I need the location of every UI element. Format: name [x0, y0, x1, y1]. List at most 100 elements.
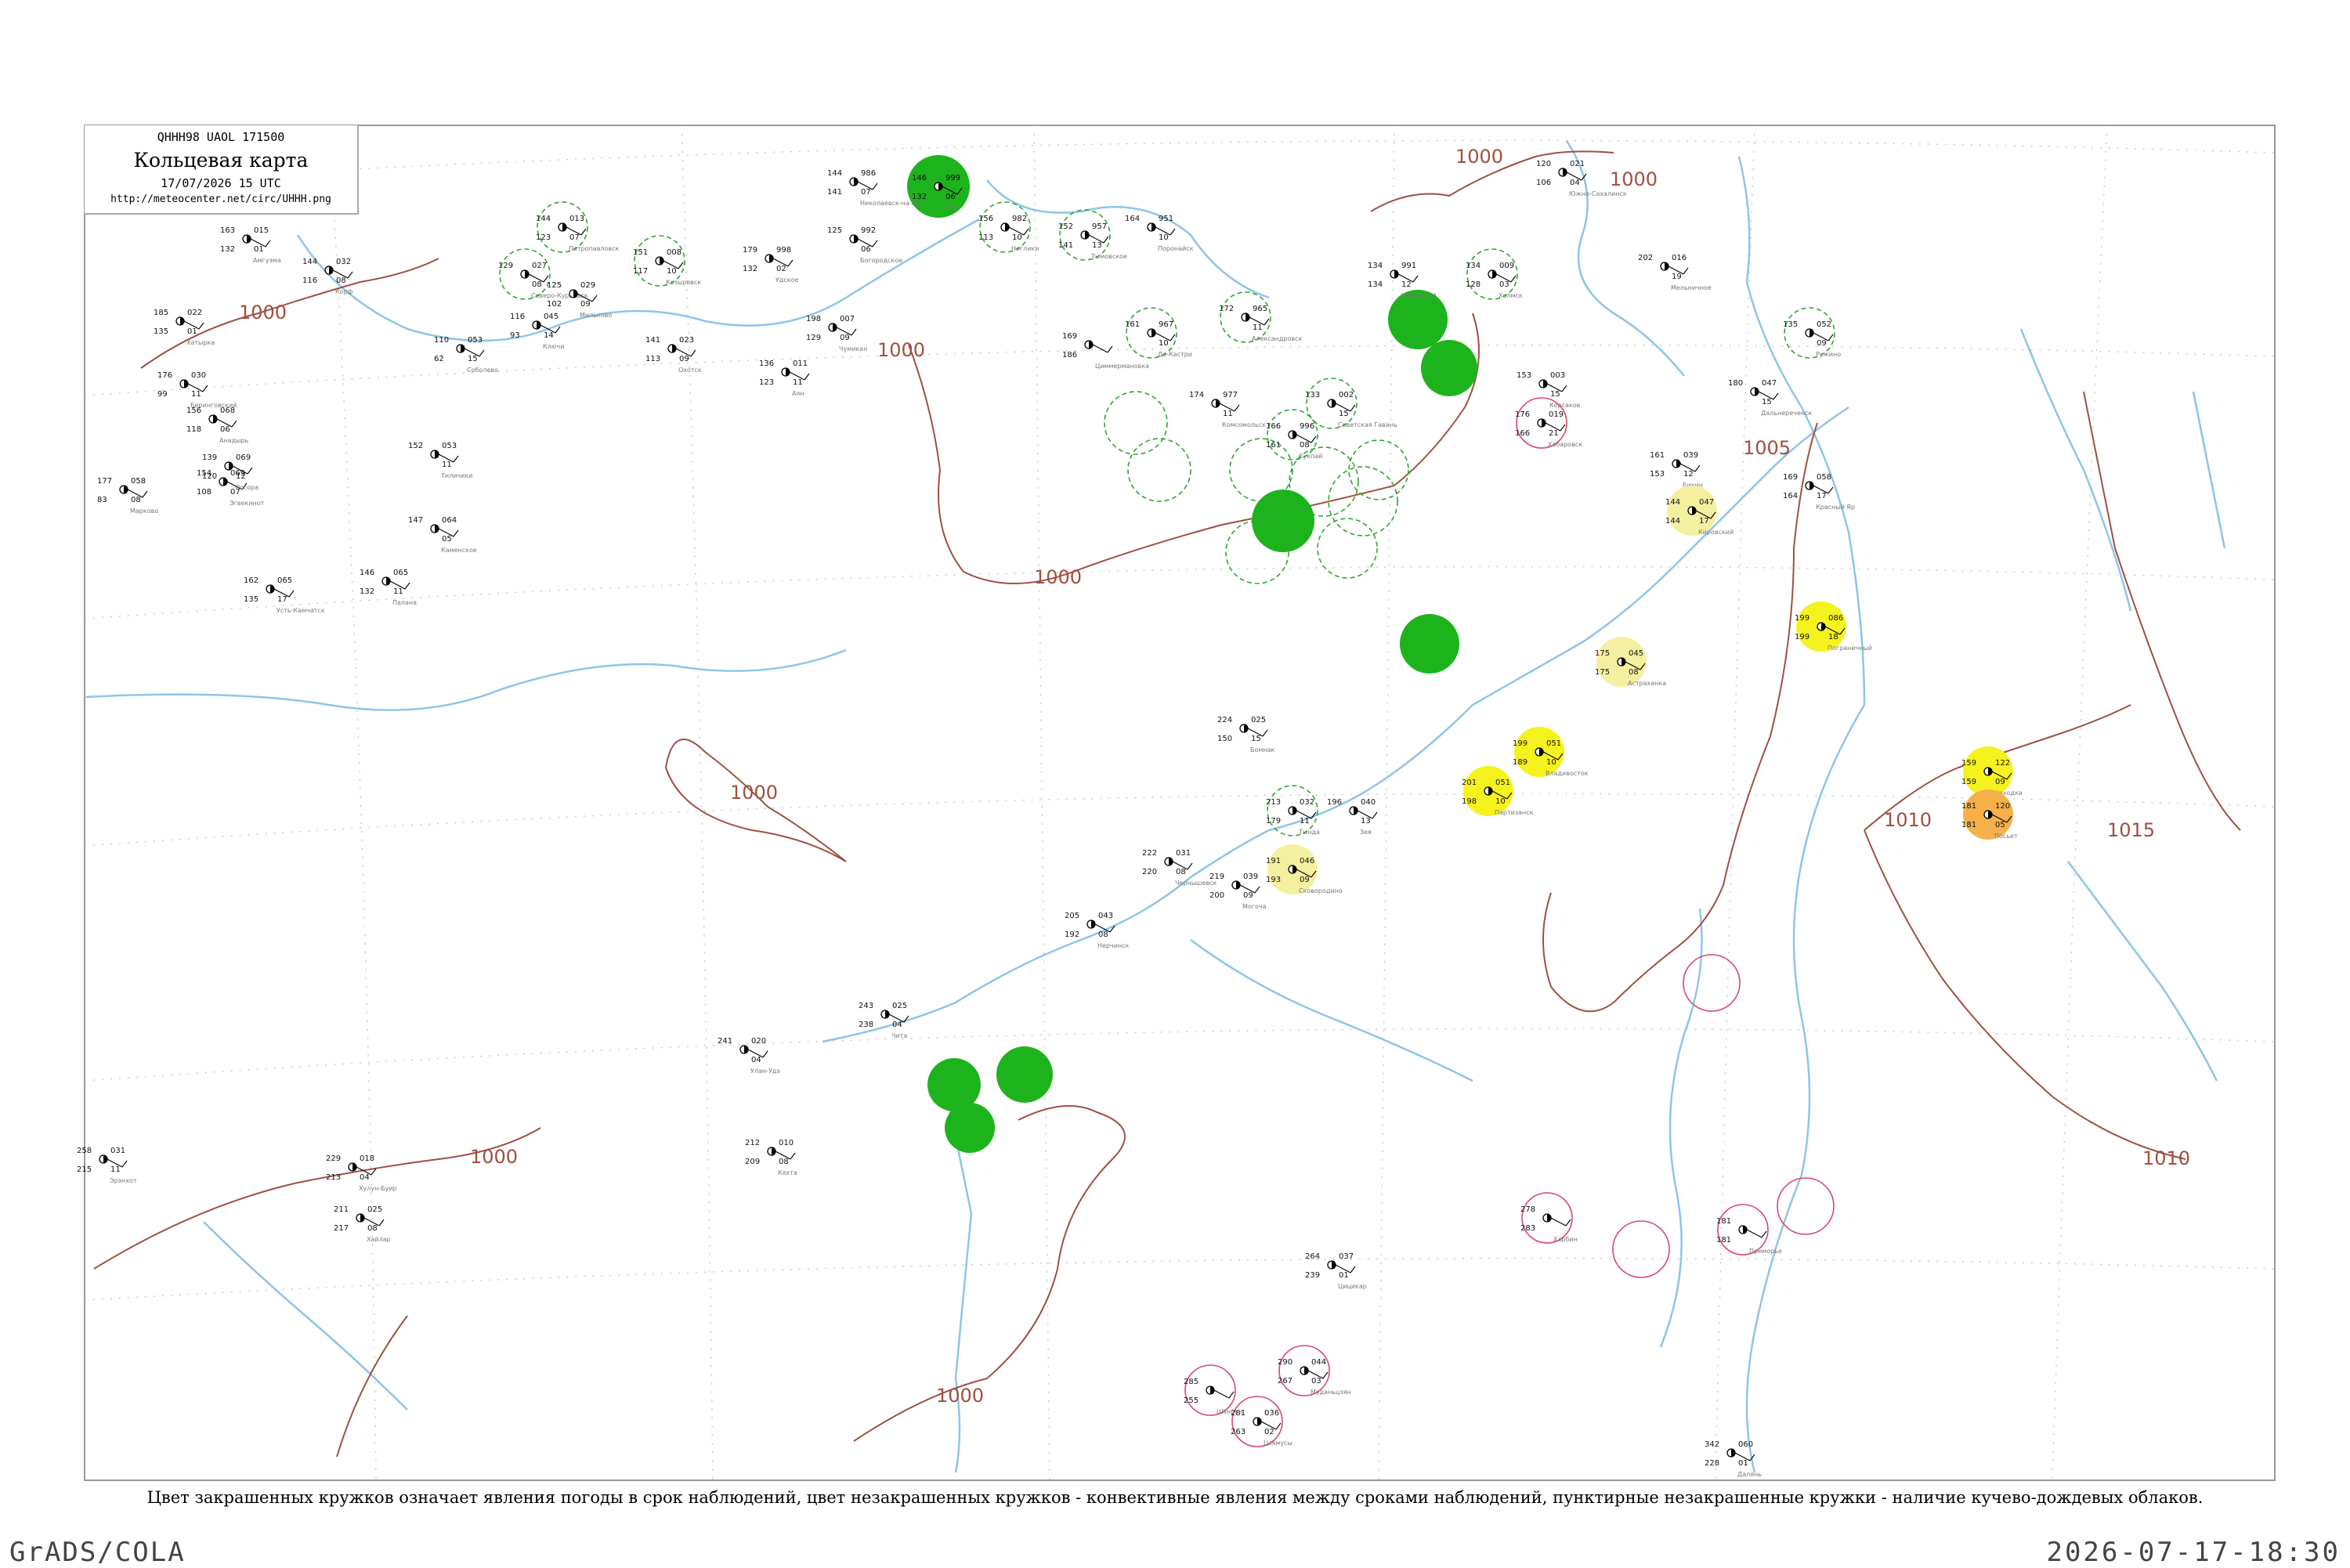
station-temperature: 174 [1189, 391, 1204, 399]
station-temperature: 146 [912, 174, 927, 182]
station-temperature: 169 [1062, 332, 1077, 341]
station-temperature: 185 [154, 309, 168, 317]
station-tendency: 12 [236, 472, 246, 481]
station-pressure: 015 [254, 226, 269, 235]
station-name: Корсаков [1549, 402, 1581, 409]
station-dewpoint: 209 [745, 1158, 760, 1166]
isobar-label: 1000 [877, 339, 925, 361]
station-pressure: 031 [110, 1147, 125, 1155]
station-temperature: 229 [326, 1154, 341, 1163]
station-pressure: 122 [1995, 759, 2010, 768]
station-temperature: 175 [1595, 649, 1610, 658]
station-tendency: 04 [360, 1173, 370, 1182]
station-name: Красный Яр [1816, 504, 1855, 511]
station-tendency: 02 [776, 265, 786, 273]
station-temperature: 199 [1513, 739, 1528, 748]
station-pressure: 039 [1683, 451, 1698, 460]
station-name: Усть-Камчатск [277, 607, 325, 614]
station-tendency: 11 [1223, 410, 1233, 418]
station-pressure: 021 [1570, 160, 1585, 168]
station-tendency: 08 [532, 280, 542, 289]
map-header: QHHH98 UAOL 171500 Кольцевая карта 17/07… [85, 125, 359, 215]
station-pressure: 047 [1762, 379, 1777, 388]
station-temperature: 199 [1795, 614, 1810, 623]
station-temperature: 147 [408, 516, 423, 525]
station-name: Тында [1298, 829, 1320, 836]
station-pressure: 025 [892, 1002, 907, 1010]
station-temperature: 116 [510, 313, 525, 321]
station-pressure: 052 [1817, 320, 1831, 329]
isobar-label: 1005 [1743, 437, 1791, 459]
station-name: Кировский [1698, 529, 1734, 536]
station-pressure: 032 [336, 258, 351, 266]
station-pressure: 027 [532, 262, 547, 270]
station-pressure: 044 [1311, 1358, 1326, 1367]
station-tendency: 14 [544, 331, 554, 340]
station-temperature: 159 [1961, 759, 1976, 768]
station-name: Поронайск [1158, 245, 1194, 252]
station-tendency: 05 [1995, 821, 2005, 829]
station-pressure: 069 [236, 453, 251, 462]
station-temperature: 213 [1266, 798, 1281, 807]
station-pressure: 060 [1738, 1440, 1753, 1449]
station-dewpoint: 99 [157, 390, 168, 399]
station-name: Де-Кастри [1158, 351, 1192, 358]
station-temperature: 144 [536, 215, 551, 223]
station-temperature: 125 [827, 226, 842, 235]
map-url[interactable]: http://meteocenter.net/circ/UHHH.png [85, 193, 357, 205]
station-pressure: 016 [1672, 254, 1687, 262]
station-pressure: 040 [1361, 798, 1376, 807]
station-temperature: 202 [1638, 254, 1653, 262]
station-tendency: 11 [393, 587, 403, 596]
station-tendency: 21 [1549, 429, 1559, 438]
station-temperature: 166 [1266, 422, 1281, 431]
station-dewpoint: 132 [360, 587, 374, 596]
station-dewpoint: 193 [1266, 876, 1281, 884]
station-temperature: 139 [202, 453, 217, 462]
station-name: Хулун-Буир [359, 1185, 397, 1192]
station-tendency: 09 [840, 334, 850, 342]
station-dewpoint: 134 [1368, 280, 1383, 289]
station-dewpoint: 267 [1278, 1377, 1292, 1386]
station-tendency: 08 [779, 1158, 789, 1166]
station-tendency: 03 [1499, 280, 1509, 289]
station-temperature: 156 [186, 406, 201, 415]
station-name: Удское [776, 276, 799, 284]
station-name: Каменское [441, 547, 477, 554]
station-pressure: 065 [393, 569, 408, 577]
station-temperature: 156 [978, 215, 993, 223]
station-name: Эрэнхот [110, 1177, 137, 1184]
station-name: Хайлар [367, 1236, 391, 1243]
station-pressure: 991 [1401, 262, 1416, 270]
station-tendency: 17 [1699, 517, 1709, 526]
station-temperature: 180 [1728, 379, 1743, 388]
station-pressure: 031 [1176, 849, 1191, 858]
map-caption: Цвет закрашенных кружков означает явлени… [146, 1488, 2204, 1507]
station-pressure: 068 [220, 406, 235, 415]
station-tendency: 02 [1264, 1428, 1274, 1436]
station-name: Партизанск [1495, 809, 1534, 816]
station-tendency: 04 [892, 1021, 902, 1029]
isobar-label: 1000 [1034, 566, 1082, 588]
station-dewpoint: 128 [1466, 280, 1480, 289]
station-name: Ключи [543, 343, 564, 350]
weather-marker-circle [1400, 614, 1459, 674]
station-dewpoint: 255 [1184, 1396, 1198, 1405]
station-name: Приморье [1749, 1248, 1782, 1255]
bulletin-code: QHHH98 UAOL 171500 [157, 130, 285, 144]
station-tendency: 08 [1629, 668, 1639, 677]
station-name: Южно-Сахалинск [1569, 190, 1627, 197]
station-dewpoint: 199 [1795, 633, 1810, 641]
station-temperature: 134 [1368, 262, 1383, 270]
station-pressure: 065 [277, 576, 292, 585]
station-tendency: 06 [861, 245, 871, 254]
station-tendency: 10 [1012, 233, 1022, 242]
station-pressure: 018 [360, 1154, 374, 1163]
station-temperature: 243 [859, 1002, 873, 1010]
station-name: Пограничный [1828, 645, 1872, 652]
synoptic-map: 1000 1000 1000 1000 1000 1000 1000 1000 … [77, 125, 2276, 1481]
station-dewpoint: 189 [1513, 758, 1528, 767]
station-pressure: 045 [544, 313, 559, 321]
station-dewpoint: 117 [633, 267, 648, 276]
station-pressure: 967 [1159, 320, 1173, 329]
